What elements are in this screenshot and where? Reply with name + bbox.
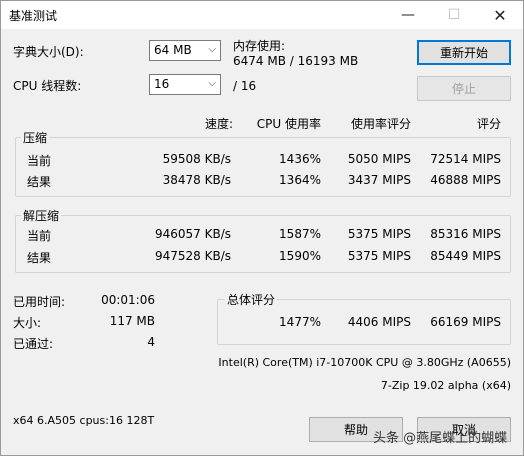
version-info: 7-Zip 19.02 alpha (x64) — [380, 379, 511, 392]
total-rpu: 4406 MIPS — [347, 315, 411, 329]
passes-label: 已通过: — [13, 337, 54, 351]
cpu-threads-select[interactable]: 16 ⌵ — [149, 74, 221, 95]
compress-result-rating: 46888 MIPS — [430, 173, 501, 187]
chevron-down-icon: ⌵ — [208, 78, 216, 89]
elapsed-value: 00:01:06 — [101, 293, 155, 307]
dict-size-label: 字典大小(D): — [13, 45, 84, 59]
size-value: 117 MB — [109, 314, 155, 328]
memory-value: 6474 MB / 16193 MB — [233, 54, 359, 68]
compress-title: 压缩 — [21, 129, 50, 146]
title-bar: 基准测试 — ☐ ✕ — [1, 1, 523, 29]
passes-value: 4 — [147, 335, 155, 349]
minimize-button[interactable]: — — [385, 1, 431, 29]
decompress-current-cpu: 1587% — [279, 227, 321, 241]
elapsed-label: 已用时间: — [13, 295, 66, 309]
compress-current-label: 当前 — [27, 154, 52, 168]
decompress-title: 解压缩 — [21, 207, 62, 224]
decompress-result-cpu: 1590% — [279, 249, 321, 263]
decompress-group — [15, 215, 511, 273]
cpu-threads-label: CPU 线程数: — [13, 79, 82, 93]
system-info: x64 6.A505 cpus:16 128T — [13, 414, 155, 427]
memory-label: 内存使用: — [233, 39, 286, 53]
total-rating-title: 总体评分 — [225, 291, 278, 308]
decompress-result-label: 结果 — [27, 251, 52, 265]
close-button[interactable]: ✕ — [477, 1, 523, 29]
stop-button[interactable]: 停止 — [417, 76, 511, 101]
compress-current-rpu: 5050 MIPS — [347, 152, 411, 166]
compress-result-label: 结果 — [27, 175, 52, 189]
decompress-current-rpu: 5375 MIPS — [347, 227, 411, 241]
chevron-down-icon: ⌵ — [208, 44, 216, 55]
maximize-button[interactable]: ☐ — [431, 1, 477, 29]
compress-result-rpu: 3437 MIPS — [347, 173, 411, 187]
window-title: 基准测试 — [9, 9, 58, 23]
compress-current-cpu: 1436% — [279, 152, 321, 166]
decompress-current-label: 当前 — [27, 229, 52, 243]
dict-size-select[interactable]: 64 MB ⌵ — [149, 40, 221, 61]
cpu-info: Intel(R) Core(TM) i7-10700K CPU @ 3.80GH… — [218, 356, 511, 369]
compress-current-rating: 72514 MIPS — [430, 152, 501, 166]
decompress-result-speed: 947528 KB/s — [154, 249, 231, 263]
total-rating: 66169 MIPS — [430, 315, 501, 329]
header-cpu-usage: CPU 使用率 — [256, 117, 321, 131]
thread-total: / 16 — [233, 79, 257, 93]
cpu-threads-value: 16 — [154, 77, 170, 91]
header-speed: 速度: — [204, 117, 233, 131]
header-rating-per-usage: 使用率评分 — [350, 117, 411, 131]
benchmark-window: 基准测试 — ☐ ✕ 字典大小(D): 64 MB ⌵ CPU 线程数: 16 … — [0, 0, 524, 456]
compress-result-speed: 38478 KB/s — [162, 173, 231, 187]
decompress-result-rating: 85449 MIPS — [430, 249, 501, 263]
restart-button[interactable]: 重新开始 — [417, 40, 511, 65]
decompress-current-rating: 85316 MIPS — [430, 227, 501, 241]
compress-group — [15, 137, 511, 197]
decompress-result-rpu: 5375 MIPS — [347, 249, 411, 263]
size-label: 大小: — [13, 316, 42, 330]
watermark-text: 头条 @燕尾蝶上的蝴蝶 — [373, 431, 508, 446]
compress-result-cpu: 1364% — [279, 173, 321, 187]
header-rating: 评分 — [476, 117, 501, 131]
total-cpu: 1477% — [279, 315, 321, 329]
dict-size-value: 64 MB — [154, 43, 192, 57]
decompress-current-speed: 946057 KB/s — [154, 227, 231, 241]
compress-current-speed: 59508 KB/s — [162, 152, 231, 166]
